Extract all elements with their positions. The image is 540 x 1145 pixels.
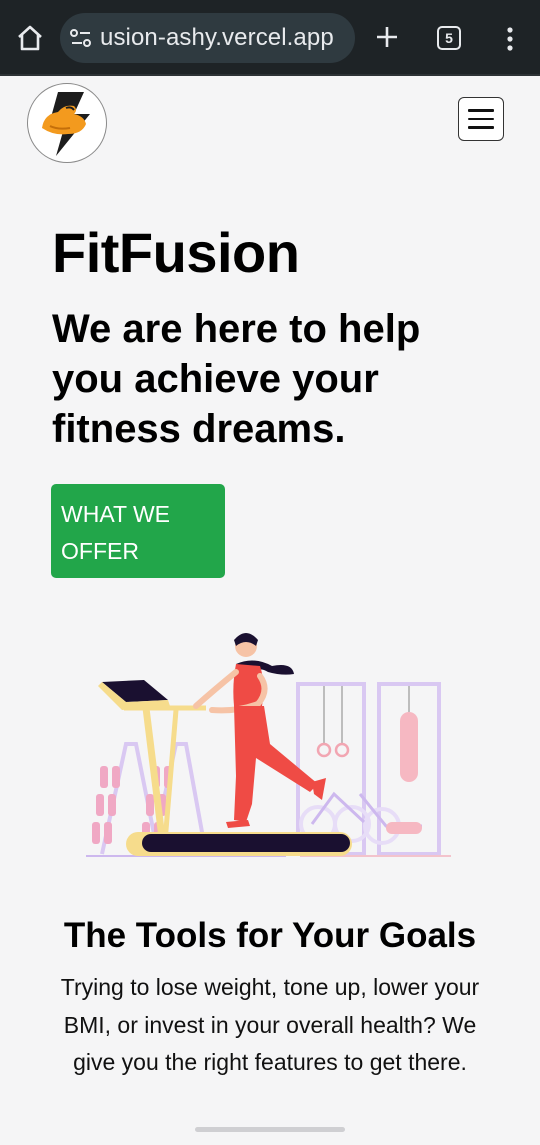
brand-title: FitFusion: [52, 221, 300, 284]
tools-section-description: Trying to lose weight, tone up, lower yo…: [60, 974, 480, 1075]
tools-section-title: The Tools for Your Goals: [63, 916, 477, 955]
menu-line: [468, 109, 494, 112]
fitfusion-logo-icon: [42, 92, 90, 156]
browser-toolbar: usion-ashy.vercel.app 5: [0, 0, 540, 76]
fitfusion-logo[interactable]: [27, 83, 107, 163]
site-settings-icon[interactable]: [70, 28, 92, 48]
menu-line: [468, 117, 494, 120]
address-bar[interactable]: usion-ashy.vercel.app: [60, 13, 355, 63]
new-tab-icon[interactable]: [372, 22, 402, 52]
hero-tagline: We are here to help you achieve your fit…: [52, 307, 421, 451]
url-text[interactable]: usion-ashy.vercel.app: [100, 24, 334, 52]
treadmill-illustration: [86, 633, 451, 857]
menu-line: [468, 126, 494, 129]
hamburger-menu-button[interactable]: [458, 97, 504, 141]
home-icon[interactable]: [14, 22, 46, 54]
tabs-icon[interactable]: 5: [437, 26, 461, 50]
what-we-offer-button[interactable]: WHAT WE OFFER: [51, 484, 225, 578]
more-icon[interactable]: [500, 25, 520, 53]
gesture-bar: [195, 1127, 345, 1132]
